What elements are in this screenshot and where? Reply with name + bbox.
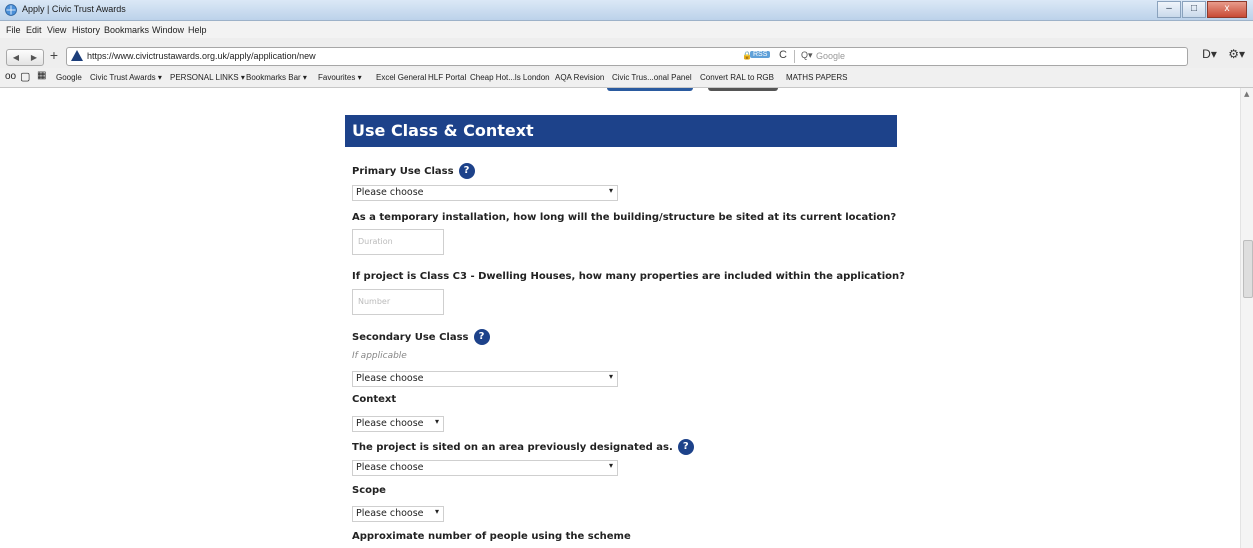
help-icon[interactable]: ? [677,439,694,455]
vertical-scrollbar[interactable]: ▲ [1240,88,1253,548]
approximate-people-label: Approximate number of people using the s… [352,531,631,542]
top-sites-grid-icon[interactable]: ▦ [37,70,46,81]
page-menu-button[interactable]: D▾ [1202,47,1217,61]
window-titlebar: Apply | Civic Trust Awards – □ x [0,0,1253,21]
menu-history[interactable]: History [72,25,100,35]
help-icon[interactable]: ? [458,163,475,179]
site-icon [71,50,83,61]
chevron-down-icon: ▾ [608,186,613,195]
rss-button[interactable]: RSS [750,51,771,58]
navigation-toolbar: ◀ ▶ + https://www.civictrustawards.org.u… [0,38,1253,68]
menu-window[interactable]: Window [152,25,184,35]
designated-area-select[interactable]: Please choose ▾ [352,460,618,476]
scope-select[interactable]: Please choose ▾ [352,506,444,522]
help-icon[interactable]: ? [473,329,490,345]
back-forward-group: ◀ ▶ [6,49,44,66]
address-bar[interactable]: https://www.civictrustawards.org.uk/appl… [66,47,1188,66]
menu-view[interactable]: View [47,25,66,35]
page-top-button[interactable] [607,88,693,91]
menu-file[interactable]: File [6,25,21,35]
context-label: Context [352,394,397,405]
bookmark-item[interactable]: Civic Trust Awards ▾ [90,73,162,82]
address-divider [794,50,795,63]
bookmark-item[interactable]: Google [56,73,82,82]
secondary-use-class-select[interactable]: Please choose ▾ [352,371,618,387]
bookmark-item[interactable]: MATHS PAPERS [786,73,848,82]
window-controls: – □ x [1156,1,1247,18]
scroll-up-arrow-icon[interactable]: ▲ [1244,90,1249,98]
maximize-button[interactable]: □ [1182,1,1206,18]
tools-menu-button[interactable]: ⚙▾ [1228,47,1245,61]
right-toolbar: D▾ ⚙▾ [1194,47,1245,61]
safari-app-icon [5,4,17,16]
bookmark-item[interactable]: Favourites ▾ [318,73,362,82]
search-input[interactable]: Google [816,51,845,61]
menu-bookmarks[interactable]: Bookmarks [104,25,149,35]
new-tab-button[interactable]: + [47,48,61,64]
reload-button[interactable]: C [779,49,787,61]
bookmarks-bar: oo ▢ ▦ Google Civic Trust Awards ▾ PERSO… [0,68,1253,88]
bookmark-item[interactable]: Excel General [376,73,426,82]
temporary-installation-label: As a temporary installation, how long wi… [352,212,897,223]
designated-area-label: The project is sited on an area previous… [352,439,694,455]
page-top-button[interactable] [708,88,778,91]
chevron-down-icon: ▾ [434,507,439,516]
close-button[interactable]: x [1207,1,1247,18]
forward-button[interactable]: ▶ [25,50,43,65]
bookmark-item[interactable]: PERSONAL LINKS ▾ [170,73,245,82]
section-header: Use Class & Context [345,115,897,147]
reader-icon[interactable]: oo [5,71,16,82]
duration-input[interactable]: Duration [352,229,444,255]
primary-use-class-select[interactable]: Please choose ▾ [352,185,618,201]
bookmark-item[interactable]: Convert RAL to RGB [700,73,774,82]
scrollbar-thumb[interactable] [1243,240,1253,298]
menu-help[interactable]: Help [188,25,207,35]
context-select[interactable]: Please choose ▾ [352,416,444,432]
primary-use-class-label: Primary Use Class? [352,163,475,179]
back-button[interactable]: ◀ [7,50,25,65]
minimize-button[interactable]: – [1157,1,1181,18]
bookmark-item[interactable]: Cheap Hot...ls London [470,73,550,82]
bookmark-item[interactable]: AQA Revision [555,73,604,82]
secondary-use-class-label: Secondary Use Class? [352,329,490,345]
url-text[interactable]: https://www.civictrustawards.org.uk/appl… [87,51,316,61]
menu-bar: File Edit View History Bookmarks Window … [0,21,1253,38]
bookmark-item[interactable]: Bookmarks Bar ▾ [246,73,307,82]
bookmarks-book-icon[interactable]: ▢ [20,70,30,83]
bookmark-item[interactable]: Civic Trus...onal Panel [612,73,692,82]
menu-edit[interactable]: Edit [26,25,42,35]
if-applicable-hint: If applicable [352,351,407,361]
number-input[interactable]: Number [352,289,444,315]
chevron-down-icon: ▾ [434,417,439,426]
search-icon[interactable]: Q▾ [801,50,813,61]
window-title: Apply | Civic Trust Awards [22,4,126,14]
scope-label: Scope [352,485,386,496]
bookmark-item[interactable]: HLF Portal [428,73,466,82]
section-title: Use Class & Context [352,121,534,140]
chevron-down-icon: ▾ [608,372,613,381]
chevron-down-icon: ▾ [608,461,613,470]
dwelling-houses-label: If project is Class C3 - Dwelling Houses… [352,271,905,282]
page-viewport: Use Class & Context Primary Use Class? P… [0,88,1240,548]
